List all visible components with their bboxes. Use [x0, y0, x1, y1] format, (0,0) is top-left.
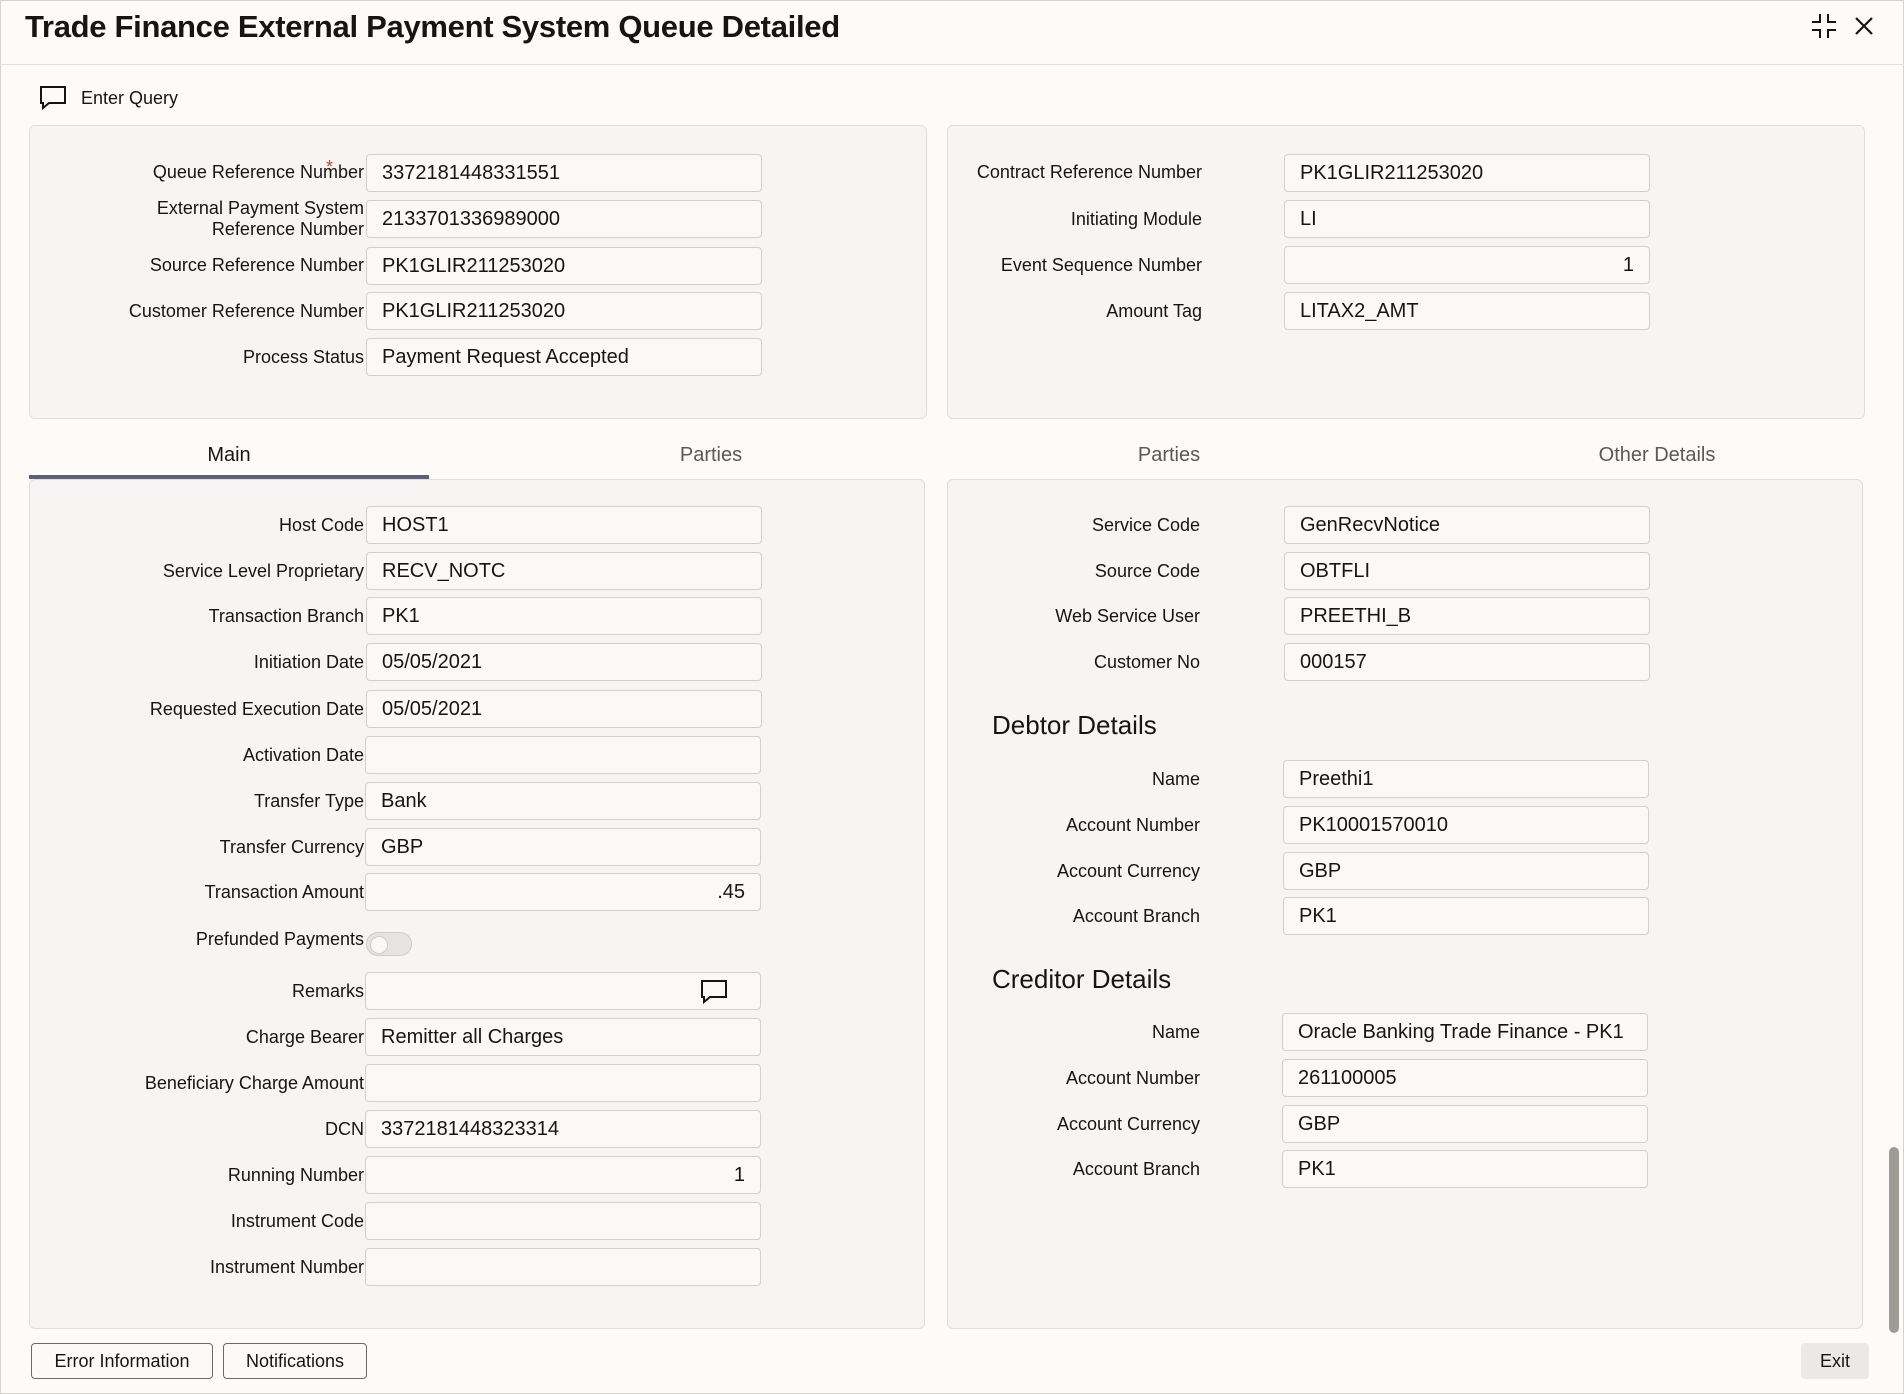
init-module-field[interactable]: LI	[1284, 200, 1650, 238]
debtor-branch-label: Account Branch	[1072, 906, 1200, 926]
init-date-field[interactable]: 05/05/2021	[366, 643, 762, 681]
charge-bearer-field[interactable]: Remitter all Charges	[365, 1018, 761, 1056]
init-module-label: Initiating Module	[1070, 209, 1202, 229]
tab-main[interactable]: Main	[29, 431, 429, 479]
debtor-currency-label: Account Currency	[1056, 861, 1200, 881]
txn-branch-label: Transaction Branch	[208, 606, 364, 626]
tab-parties[interactable]: Parties	[511, 431, 911, 479]
host-code-field[interactable]: HOST1	[366, 506, 762, 544]
debtor-account-label: Account Number	[1065, 815, 1200, 835]
source-ref-field[interactable]: PK1GLIR211253020	[366, 247, 762, 285]
header-right-panel: Contract Reference Number PK1GLIR2112530…	[947, 125, 1865, 419]
ext-ref-label: External Payment System Reference Number	[156, 198, 364, 239]
req-exec-date-label: Requested Execution Date	[149, 699, 364, 719]
source-ref-label: Source Reference Number	[149, 255, 364, 275]
queue-ref-field[interactable]: 3372181448331551	[366, 154, 762, 192]
tab-other-details[interactable]: Other Details	[1457, 431, 1857, 479]
error-information-button[interactable]: Error Information	[31, 1343, 213, 1379]
event-seq-field[interactable]: 1	[1284, 246, 1650, 284]
customer-no-field[interactable]: 000157	[1284, 643, 1650, 681]
debtor-currency-field[interactable]: GBP	[1283, 852, 1649, 890]
creditor-name-label: Name	[1151, 1022, 1200, 1042]
instr-no-field[interactable]	[365, 1248, 761, 1286]
source-code-field[interactable]: OBTFLI	[1284, 552, 1650, 590]
creditor-currency-label: Account Currency	[1056, 1114, 1200, 1134]
init-date-label: Initiation Date	[253, 652, 364, 672]
cust-ref-label: Customer Reference Number	[128, 301, 364, 321]
creditor-name-field[interactable]: Oracle Banking Trade Finance - PK1	[1282, 1013, 1648, 1051]
title-bar: Trade Finance External Payment System Qu…	[1, 1, 1904, 65]
required-asterisk: *	[326, 157, 334, 177]
activation-date-field[interactable]	[365, 736, 761, 774]
ws-user-field[interactable]: PREETHI_B	[1284, 597, 1650, 635]
customer-no-label: Customer No	[1093, 652, 1200, 672]
creditor-branch-label: Account Branch	[1072, 1159, 1200, 1179]
contract-ref-label: Contract Reference Number	[976, 162, 1202, 182]
close-icon[interactable]	[1847, 9, 1881, 43]
service-code-label: Service Code	[1091, 515, 1200, 535]
exit-button[interactable]: Exit	[1801, 1343, 1869, 1379]
dcn-label: DCN	[325, 1119, 364, 1139]
dcn-field[interactable]: 3372181448323314	[365, 1110, 761, 1148]
vertical-scrollbar[interactable]	[1889, 1147, 1899, 1333]
ben-charge-label: Beneficiary Charge Amount	[144, 1073, 364, 1093]
enter-query-label: Enter Query	[81, 87, 179, 108]
slp-label: Service Level Proprietary	[162, 561, 364, 581]
service-code-field[interactable]: GenRecvNotice	[1284, 506, 1650, 544]
window-title: Trade Finance External Payment System Qu…	[25, 9, 840, 44]
transfer-type-field[interactable]: Bank	[365, 782, 761, 820]
charge-bearer-label: Charge Bearer	[245, 1027, 364, 1047]
debtor-name-field[interactable]: Preethi1	[1283, 760, 1649, 798]
txn-branch-field[interactable]: PK1	[366, 597, 762, 635]
enter-query-button[interactable]: Enter Query	[39, 81, 178, 115]
instr-no-label: Instrument Number	[209, 1257, 364, 1277]
tab-parties-2[interactable]: Parties	[969, 431, 1369, 479]
amount-tag-label: Amount Tag	[1106, 301, 1202, 321]
process-status-label: Process Status	[242, 347, 364, 367]
remarks-label: Remarks	[291, 981, 364, 1001]
window: Trade Finance External Payment System Qu…	[0, 0, 1904, 1394]
debtor-name-label: Name	[1151, 769, 1200, 789]
contract-ref-field[interactable]: PK1GLIR211253020	[1284, 154, 1650, 192]
creditor-details-heading: Creditor Details	[992, 964, 1172, 994]
process-status-field[interactable]: Payment Request Accepted	[366, 338, 762, 376]
running-no-field[interactable]: 1	[365, 1156, 761, 1194]
main-left-panel: Host Code HOST1 Service Level Proprietar…	[29, 479, 925, 1329]
creditor-currency-field[interactable]: GBP	[1282, 1105, 1648, 1143]
debtor-account-field[interactable]: PK10001570010	[1283, 806, 1649, 844]
comment-icon[interactable]	[700, 979, 728, 1005]
instr-code-field[interactable]	[365, 1202, 761, 1240]
activation-date-label: Activation Date	[242, 745, 364, 765]
main-right-panel: Service Code GenRecvNotice Source Code O…	[947, 479, 1863, 1329]
instr-code-label: Instrument Code	[230, 1211, 364, 1231]
header-left-panel: Queue Reference Number * 337218144833155…	[29, 125, 927, 419]
tab-bar: Main Parties Parties Other Details	[29, 431, 1865, 479]
slp-field[interactable]: RECV_NOTC	[366, 552, 762, 590]
debtor-details-heading: Debtor Details	[992, 710, 1157, 740]
creditor-account-label: Account Number	[1065, 1068, 1200, 1088]
req-exec-date-field[interactable]: 05/05/2021	[366, 690, 762, 728]
collapse-icon[interactable]	[1807, 9, 1841, 43]
ben-charge-field[interactable]	[365, 1064, 761, 1102]
running-no-label: Running Number	[227, 1165, 364, 1185]
ext-ref-field[interactable]: 2133701336989000	[366, 200, 762, 238]
prefunded-label: Prefunded Payments	[195, 929, 364, 949]
transfer-ccy-field[interactable]: GBP	[365, 828, 761, 866]
txn-amount-label: Transaction Amount	[204, 882, 364, 902]
transfer-ccy-label: Transfer Currency	[219, 837, 364, 857]
creditor-branch-field[interactable]: PK1	[1282, 1150, 1648, 1188]
transfer-type-label: Transfer Type	[253, 791, 364, 811]
debtor-branch-field[interactable]: PK1	[1283, 897, 1649, 935]
ws-user-label: Web Service User	[1055, 606, 1200, 626]
host-code-label: Host Code	[278, 515, 364, 535]
creditor-account-field[interactable]: 261100005	[1282, 1059, 1648, 1097]
cust-ref-field[interactable]: PK1GLIR211253020	[366, 292, 762, 330]
amount-tag-field[interactable]: LITAX2_AMT	[1284, 292, 1650, 330]
prefunded-toggle[interactable]	[366, 932, 412, 956]
notifications-button[interactable]: Notifications	[223, 1343, 367, 1379]
chat-icon	[40, 86, 66, 111]
event-seq-label: Event Sequence Number	[1000, 255, 1202, 275]
txn-amount-field[interactable]: .45	[365, 873, 761, 911]
source-code-label: Source Code	[1094, 561, 1200, 581]
